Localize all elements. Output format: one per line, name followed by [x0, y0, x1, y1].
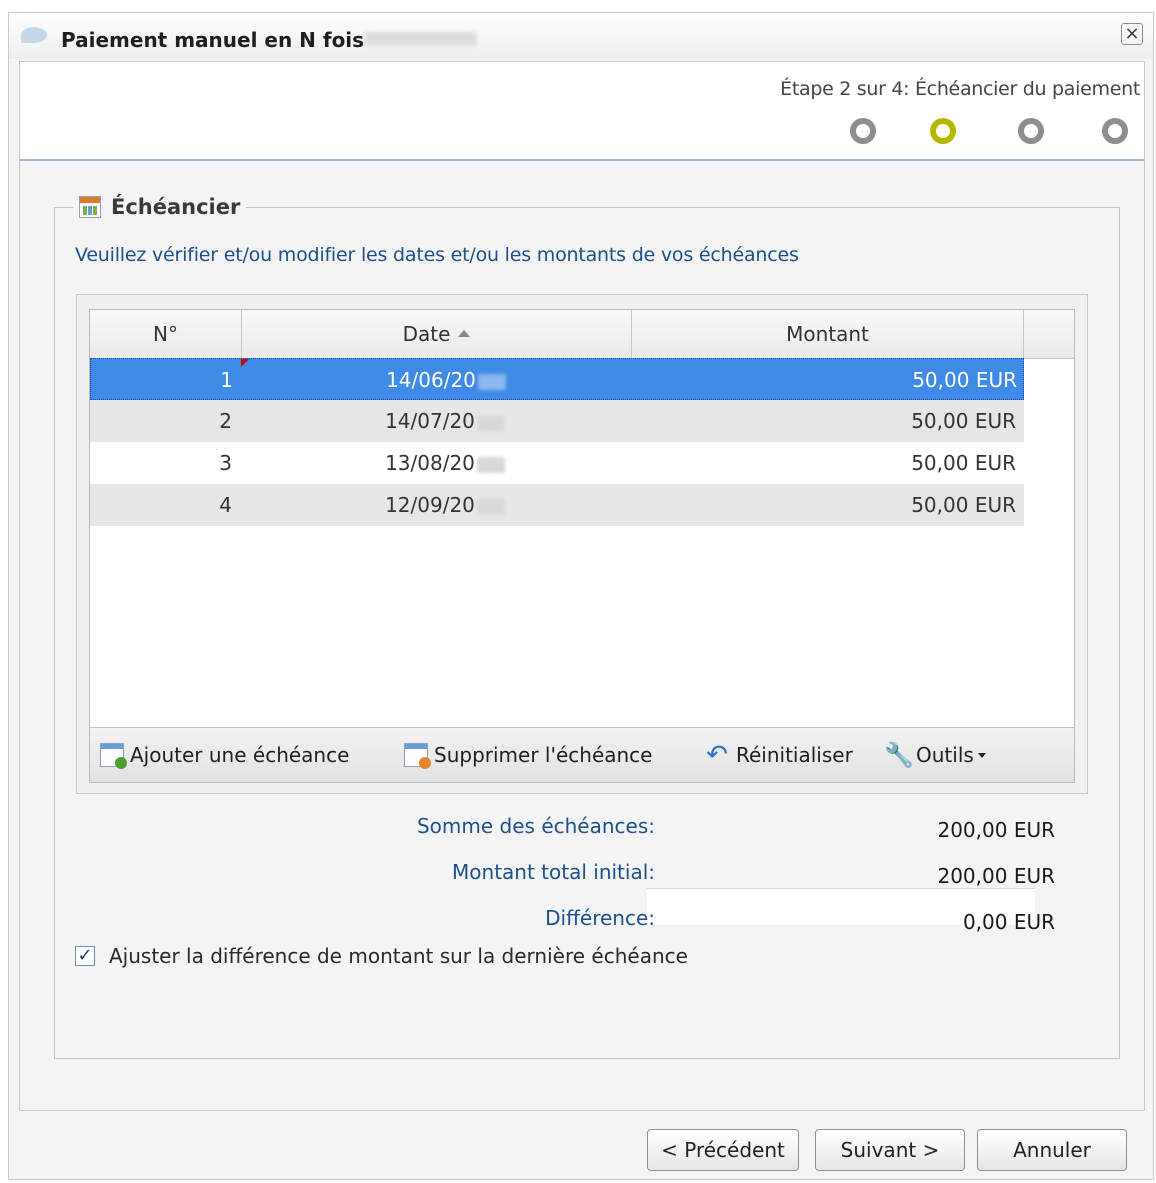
calendar-delete-icon — [404, 743, 431, 769]
row-amount[interactable]: 50,00 EUR — [630, 484, 1024, 526]
step-dot-2 — [930, 118, 956, 144]
row-amount[interactable]: 50,00 EUR — [630, 400, 1024, 442]
redacted-year — [476, 414, 505, 431]
row-number: 2 — [219, 409, 232, 433]
step-progress — [836, 118, 1136, 146]
content-area: Échéancier Veuillez vérifier et/ou modif… — [19, 161, 1145, 1111]
fieldset-legend: Échéancier — [73, 190, 247, 224]
schedule-grid-panel: N° Date Montant 1 14/06/20 50,00 EUR 2 1… — [76, 294, 1088, 794]
tools-menu-button[interactable]: 🔧 Outils — [884, 740, 986, 770]
step-indicator-text: Étape 2 sur 4: Échéancier du paiement — [780, 78, 1140, 100]
legend-title: Échéancier — [111, 195, 241, 219]
grid-header: N° Date Montant — [90, 310, 1074, 359]
column-header-amount[interactable]: Montant — [632, 310, 1024, 358]
adjust-difference-option[interactable]: ✓ Ajuster la différence de montant sur l… — [75, 944, 688, 968]
row-date[interactable]: 14/06/20 — [241, 359, 631, 401]
table-row[interactable]: 1 14/06/20 50,00 EUR — [90, 358, 1024, 400]
row-date[interactable]: 14/07/20 — [240, 400, 630, 442]
grid-toolbar: Ajouter une échéance Supprimer l'échéanc… — [90, 727, 1074, 782]
step-dot-3 — [1018, 118, 1044, 144]
close-button[interactable]: × — [1121, 23, 1143, 45]
title-bar: Paiement manuel en N fois × — [9, 13, 1153, 59]
sum-value: 200,00 EUR — [937, 818, 1055, 842]
redacted-title-suffix — [365, 32, 477, 46]
reset-button[interactable]: ↶ Réinitialiser — [704, 740, 853, 770]
calendar-add-icon — [100, 743, 127, 769]
initial-total-label: Montant total initial: — [452, 860, 655, 884]
schedule-grid: N° Date Montant 1 14/06/20 50,00 EUR 2 1… — [89, 309, 1075, 783]
row-amount[interactable]: 50,00 EUR — [630, 442, 1024, 484]
difference-label: Différence: — [545, 906, 655, 930]
step-dot-4 — [1102, 118, 1128, 144]
cancel-button[interactable]: Annuler — [977, 1129, 1127, 1171]
table-row[interactable]: 2 14/07/20 50,00 EUR — [90, 400, 1024, 442]
wrench-icon: 🔧 — [884, 741, 914, 769]
row-number: 4 — [219, 493, 232, 517]
redacted-year — [476, 456, 505, 473]
row-number: 1 — [220, 368, 233, 392]
undo-icon: ↶ — [706, 740, 728, 770]
dialog-window: Paiement manuel en N fois × Étape 2 sur … — [8, 12, 1154, 1180]
initial-total-value: 200,00 EUR — [937, 864, 1055, 888]
difference-value: 0,00 EUR — [962, 910, 1055, 934]
schedule-fieldset: Échéancier Veuillez vérifier et/ou modif… — [54, 190, 1120, 1059]
adjust-difference-label: Ajuster la différence de montant sur la … — [109, 944, 688, 968]
calendar-icon — [79, 196, 101, 218]
instructions-text: Veuillez vérifier et/ou modifier les dat… — [75, 244, 799, 266]
chevron-down-icon — [977, 752, 986, 758]
step-dot-1 — [850, 118, 876, 144]
step-header: Étape 2 sur 4: Échéancier du paiement — [19, 61, 1145, 161]
adjust-difference-checkbox[interactable]: ✓ — [75, 946, 95, 966]
previous-button[interactable]: < Précédent — [647, 1129, 799, 1171]
app-logo-icon — [21, 27, 47, 43]
row-number: 3 — [219, 451, 232, 475]
redacted-year — [477, 373, 506, 390]
column-header-number[interactable]: N° — [90, 310, 242, 358]
table-row[interactable]: 3 13/08/20 50,00 EUR — [90, 442, 1024, 484]
table-row[interactable]: 4 12/09/20 50,00 EUR — [90, 484, 1024, 526]
dialog-title: Paiement manuel en N fois — [61, 28, 365, 52]
column-header-date[interactable]: Date — [242, 310, 632, 358]
redacted-year — [476, 498, 505, 515]
close-icon: × — [1124, 23, 1140, 44]
row-date[interactable]: 13/08/20 — [240, 442, 630, 484]
delete-installment-button[interactable]: Supprimer l'échéance — [404, 740, 652, 770]
add-installment-button[interactable]: Ajouter une échéance — [100, 740, 349, 770]
sort-asc-icon — [458, 330, 471, 337]
row-amount[interactable]: 50,00 EUR — [631, 359, 1025, 401]
sum-label: Somme des échéances: — [416, 814, 655, 838]
row-date[interactable]: 12/09/20 — [240, 484, 630, 526]
next-button[interactable]: Suivant > — [815, 1129, 965, 1171]
